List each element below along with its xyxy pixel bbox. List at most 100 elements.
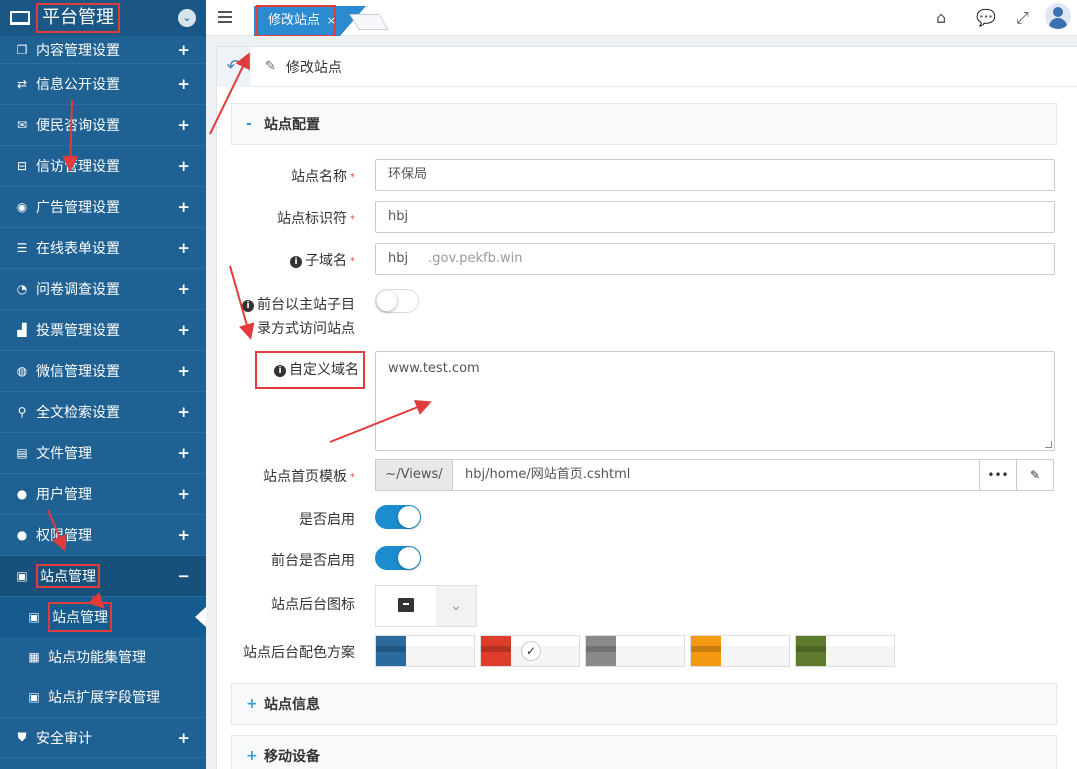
color-option[interactable]	[585, 635, 685, 667]
browse-button[interactable]: •••	[979, 459, 1017, 491]
expand-icon: +	[177, 239, 190, 257]
sidebar-item-files[interactable]: ▤ 文件管理 +	[0, 433, 206, 474]
sidebar-item-search[interactable]: ⚲ 全文检索设置 +	[0, 392, 206, 433]
field-label: 站点后台图标	[271, 597, 355, 613]
collapse-icon: -	[246, 116, 252, 132]
field-label: i 子域名 *	[231, 250, 355, 270]
sidebar-item-ads[interactable]: ◉ 广告管理设置 +	[0, 187, 206, 228]
expand-icon: +	[177, 444, 190, 462]
field-label: 是否启用	[299, 512, 355, 528]
expand-icon: +	[177, 116, 190, 134]
color-chip	[691, 636, 721, 666]
sidebar-item-consult[interactable]: ✉ 便民咨询设置 +	[0, 105, 206, 146]
sidebar-item-info-public[interactable]: ⇄ 信息公开设置 +	[0, 64, 206, 105]
sidebar-subitem-ext-fields[interactable]: ▣ 站点扩展字段管理	[0, 677, 206, 717]
sidebar-item-petition[interactable]: ⊟ 信访管理设置 +	[0, 146, 206, 187]
sidebar-item-content[interactable]: ❐ 内容管理设置 +	[0, 36, 206, 64]
subdomain-suffix: .gov.pekfb.win	[428, 251, 523, 266]
sidebar-subitem-label: 站点扩展字段管理	[48, 690, 160, 706]
sidebar-item-wechat[interactable]: ◍ 微信管理设置 +	[0, 351, 206, 392]
tab-edit-site[interactable]: 修改站点 ×	[254, 5, 340, 37]
expand-icon: +	[246, 696, 258, 712]
expand-icon: +	[177, 75, 190, 93]
color-band	[721, 636, 789, 646]
custom-domain-value: www.test.com	[388, 361, 480, 376]
sidebar-item-label: 微信管理设置	[36, 364, 120, 380]
color-chip	[376, 636, 406, 666]
sidebar-item-label: 信访管理设置	[36, 159, 120, 175]
expand-icon: +	[177, 485, 190, 503]
expand-icon: +	[177, 321, 190, 339]
sidebar-item-vote[interactable]: ▟ 投票管理设置 +	[0, 310, 206, 351]
chat-icon[interactable]: 💬	[976, 8, 996, 27]
edit-template-button[interactable]: ✎	[1016, 459, 1054, 491]
site-name-input[interactable]: 环保局	[375, 159, 1055, 191]
section-title: 移动设备	[264, 749, 320, 765]
sidebar-item-label: 在线表单设置	[36, 241, 120, 257]
section-mobile[interactable]: + 移动设备	[231, 735, 1057, 769]
sidebar-item-survey[interactable]: ◔ 问卷调查设置 +	[0, 269, 206, 310]
chevron-down-icon[interactable]: ⌄	[178, 9, 196, 27]
section-title: 站点配置	[264, 117, 320, 133]
sidebar-subitem-label: 站点功能集管理	[48, 650, 146, 666]
avatar[interactable]	[1045, 3, 1071, 29]
front-enabled-toggle[interactable]	[375, 546, 421, 570]
sidebar-item-forms[interactable]: ☰ 在线表单设置 +	[0, 228, 206, 269]
sidebar-subitem-site-manage[interactable]: ▣ 站点管理	[0, 597, 206, 637]
subdomain-input[interactable]: hbj .gov.pekfb.win	[375, 243, 1055, 275]
inbox-icon: ⊟	[16, 159, 28, 173]
required-mark: *	[350, 171, 355, 183]
color-band	[616, 636, 684, 646]
template-input[interactable]: hbj/home/网站首页.cshtml	[452, 459, 980, 491]
grid-icon: ▦	[28, 650, 40, 664]
field-label: 站点后台配色方案	[243, 645, 355, 661]
color-chip	[796, 636, 826, 666]
field-label: 前台是否启用	[271, 553, 355, 569]
topbar: 修改站点 × ⌂ 💬 ⤢	[206, 0, 1077, 37]
sidebar-item-label: 问卷调查设置	[36, 282, 120, 298]
pie-chart-icon: ◔	[16, 282, 28, 296]
sidebar-item-users[interactable]: ● 用户管理 +	[0, 474, 206, 515]
site-icon: ▣	[28, 610, 40, 624]
annotation-box	[256, 5, 336, 37]
annotation-box	[255, 351, 365, 389]
sidebar-title[interactable]: 平台管理	[36, 3, 120, 33]
envelope-icon: ✉	[16, 118, 28, 132]
sidebar-item-audit[interactable]: ⛊ 安全审计 +	[0, 717, 206, 758]
search-icon: ⚲	[17, 405, 27, 419]
menu-icon[interactable]	[218, 11, 232, 23]
label-text: 站点首页模板	[263, 469, 347, 485]
bar-chart-icon: ▟	[17, 323, 27, 337]
close-icon[interactable]: ×	[327, 6, 336, 36]
custom-domain-textarea[interactable]: www.test.com	[375, 351, 1055, 451]
section-site-info[interactable]: + 站点信息	[231, 683, 1057, 725]
home-icon[interactable]: ⌂	[936, 8, 946, 27]
row-template: 站点首页模板 * ~/Views/ hbj/home/网站首页.cshtml ••…	[231, 459, 1057, 491]
icon-picker[interactable]: ⌄	[375, 585, 477, 627]
file-text-icon: ☰	[16, 241, 28, 255]
color-option[interactable]	[375, 635, 475, 667]
expand-icon: +	[177, 157, 190, 175]
resize-grip-icon[interactable]	[1045, 441, 1052, 448]
site-id-input[interactable]: hbj	[375, 201, 1055, 233]
sidebar-header: 平台管理 ⌄	[0, 0, 206, 36]
main-content: ↶ ✎ 修改站点 - 站点配置 站点名称 * 环保局 站点标识符 * hbj i 子域…	[206, 36, 1077, 769]
section-site-config[interactable]: - 站点配置	[231, 103, 1057, 145]
sidebar-item-label: 用户管理	[36, 487, 92, 503]
row-front-enabled: 前台是否启用	[231, 546, 1057, 572]
edit-icon: ✎	[265, 59, 276, 74]
color-option-selected[interactable]: ✓	[480, 635, 580, 667]
enabled-toggle[interactable]	[375, 505, 421, 529]
info-icon: i	[242, 300, 254, 312]
dir-access-toggle[interactable]	[375, 289, 419, 313]
color-option[interactable]	[690, 635, 790, 667]
sidebar-subitem-feature-sets[interactable]: ▦ 站点功能集管理	[0, 637, 206, 677]
fullscreen-icon[interactable]: ⤢	[1016, 8, 1029, 28]
back-icon[interactable]: ↶	[217, 46, 251, 87]
sidebar-item-label: 文件管理	[36, 446, 92, 462]
color-option[interactable]	[795, 635, 895, 667]
sidebar-item-sites[interactable]: ▣ 站点管理 −	[0, 556, 206, 597]
chevron-down-icon[interactable]: ⌄	[436, 586, 476, 626]
expand-icon: +	[177, 280, 190, 298]
sidebar-item-permissions[interactable]: ● 权限管理 +	[0, 515, 206, 556]
